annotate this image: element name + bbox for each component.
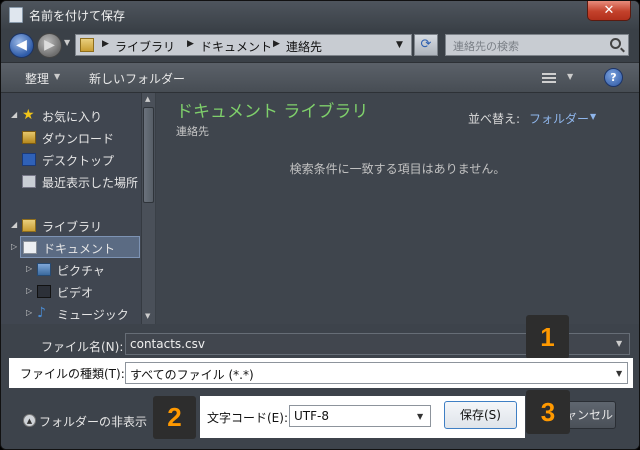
window-title: 名前を付けて保存 [29,9,126,23]
encoding-highlight: 文字コード(E): UTF-8 ▼ [200,396,438,438]
breadcrumb-chevron-icon[interactable]: ▶ [187,39,194,49]
encoding-label: 文字コード(E): [207,411,288,425]
recent-pages-dropdown-icon[interactable]: ▼ [64,38,70,47]
nav-music[interactable]: ▷ ♪ ミュージック [1,303,141,325]
scrollbar-thumb[interactable] [143,107,154,203]
address-dropdown-icon[interactable]: ▼ [396,40,403,50]
download-folder-icon [22,131,36,144]
nav-documents[interactable]: ▷ ドキュメント [11,236,140,258]
organize-menu[interactable]: 整理 [25,70,49,87]
nav-label: お気に入り [42,110,103,124]
nav-label: ライブラリ [42,220,103,234]
expand-arrow-icon[interactable]: ▷ [26,264,32,273]
nav-label: ダウンロード [42,132,115,146]
help-icon[interactable]: ? [604,68,623,87]
nav-pictures[interactable]: ▷ ピクチャ [1,259,141,281]
empty-message: 検索条件に一致する項目はありません。 [289,162,506,176]
save-as-dialog: 名前を付けて保存 ✕ ◀ ▶ ▼ ▶ ライブラリ ▶ ドキュメント ▶ 連絡先 … [0,0,640,450]
filename-label: ファイル名(N): [41,340,124,354]
callout-1: 1 [526,315,569,359]
title-bar: 名前を付けて保存 ✕ [1,1,639,29]
callout-2: 2 [153,396,196,439]
search-icon[interactable] [610,38,621,49]
refresh-button[interactable]: ⟳ [414,34,438,56]
notepad-icon [9,7,23,23]
nav-desktop[interactable]: デスクトップ [1,149,141,171]
breadcrumb-chevron-icon[interactable]: ▶ [102,39,109,49]
sort-label: 並べ替え: [468,112,521,126]
address-bar-row: ◀ ▶ ▼ ▶ ライブラリ ▶ ドキュメント ▶ 連絡先 ▼ ⟳ 連絡先の検索 [1,29,639,62]
nav-videos[interactable]: ▷ ビデオ [1,281,141,303]
breadcrumb-contacts[interactable]: 連絡先 [286,38,322,55]
nav-label: 最近表示した場所 [42,176,139,190]
back-button[interactable]: ◀ [9,33,34,58]
encoding-dropdown-icon[interactable]: ▼ [417,412,423,421]
filetype-row: ファイルの種類(T): すべてのファイル (*.*) ▼ [9,358,633,388]
filetype-label: ファイルの種類(T): [20,367,125,381]
nav-label: ビデオ [57,286,94,300]
nav-label: ドキュメント [43,242,116,256]
save-highlight: 保存(S) [437,396,525,438]
filetype-dropdown-icon[interactable]: ▼ [616,369,622,378]
callout-3: 3 [526,390,570,434]
recent-places-icon [22,175,36,188]
expand-arrow-icon[interactable]: ▷ [11,242,17,251]
library-subtitle: 連絡先 [176,125,209,138]
address-bar[interactable]: ▶ ライブラリ ▶ ドキュメント ▶ 連絡先 ▼ [75,34,412,56]
folder-icon [80,38,94,52]
scroll-up-icon[interactable]: ▲ [145,95,150,103]
save-form: ファイル名(N): contacts.csv ▼ 1 ファイルの種類(T): す… [1,315,639,449]
new-folder-button[interactable]: 新しいフォルダー [89,70,185,87]
filetype-value: すべてのファイル (*.*) [130,368,254,382]
scroll-down-icon[interactable]: ▼ [145,312,150,320]
desktop-icon [22,153,36,166]
breadcrumb-library[interactable]: ライブラリ [115,38,175,55]
organize-dropdown-icon[interactable]: ▼ [54,72,60,81]
navigation-pane: ◢ ★ お気に入り ダウンロード デスクトップ 最近表示した場所 ◢ ライブラリ… [1,93,155,324]
collapse-arrow-icon[interactable]: ◢ [11,220,17,229]
save-button[interactable]: 保存(S) [444,401,517,429]
search-box[interactable]: 連絡先の検索 [445,34,629,56]
breadcrumb-documents[interactable]: ドキュメント [200,38,272,55]
collapse-arrow-icon[interactable]: ◢ [11,110,17,119]
nav-downloads[interactable]: ダウンロード [1,127,141,149]
nav-label: ピクチャ [57,264,105,278]
hide-folders-label: フォルダーの非表示 [39,415,148,429]
document-icon [23,241,37,254]
breadcrumb-chevron-icon[interactable]: ▶ [273,39,280,49]
close-button[interactable]: ✕ [587,1,631,21]
search-placeholder: 連絡先の検索 [453,40,519,53]
sort-by-link[interactable]: フォルダー [529,110,589,127]
nav-recent-places[interactable]: 最近表示した場所 [1,171,141,193]
encoding-value: UTF-8 [294,409,329,423]
video-icon [37,285,51,298]
collapse-up-icon[interactable]: ▲ [23,414,36,427]
view-options-icon[interactable] [542,71,556,83]
nav-label: デスクトップ [42,154,115,168]
filename-dropdown-icon[interactable]: ▼ [616,339,622,348]
forward-button[interactable]: ▶ [37,33,62,58]
star-icon: ★ [22,107,35,123]
encoding-select[interactable]: UTF-8 ▼ [289,405,431,427]
expand-arrow-icon[interactable]: ▷ [26,308,32,317]
library-title: ドキュメント ライブラリ [176,102,369,122]
library-icon [22,219,36,232]
filetype-select[interactable]: すべてのファイル (*.*) ▼ [125,362,628,384]
nav-label: ミュージック [57,308,129,322]
expand-arrow-icon[interactable]: ▷ [26,286,32,295]
nav-scrollbar[interactable]: ▲ ▼ [141,93,155,324]
music-icon: ♪ [37,305,46,321]
file-list-pane[interactable]: ドキュメント ライブラリ 連絡先 並べ替え: フォルダー ▼ 検索条件に一致する… [156,93,639,324]
command-bar: 整理 ▼ 新しいフォルダー ▼ ? [1,62,639,93]
sort-dropdown-icon[interactable]: ▼ [590,112,596,121]
nav-libraries[interactable]: ◢ ライブラリ [1,215,141,237]
view-dropdown-icon[interactable]: ▼ [567,72,573,81]
pictures-icon [37,263,51,276]
nav-favorites[interactable]: ◢ ★ お気に入り [1,105,141,127]
